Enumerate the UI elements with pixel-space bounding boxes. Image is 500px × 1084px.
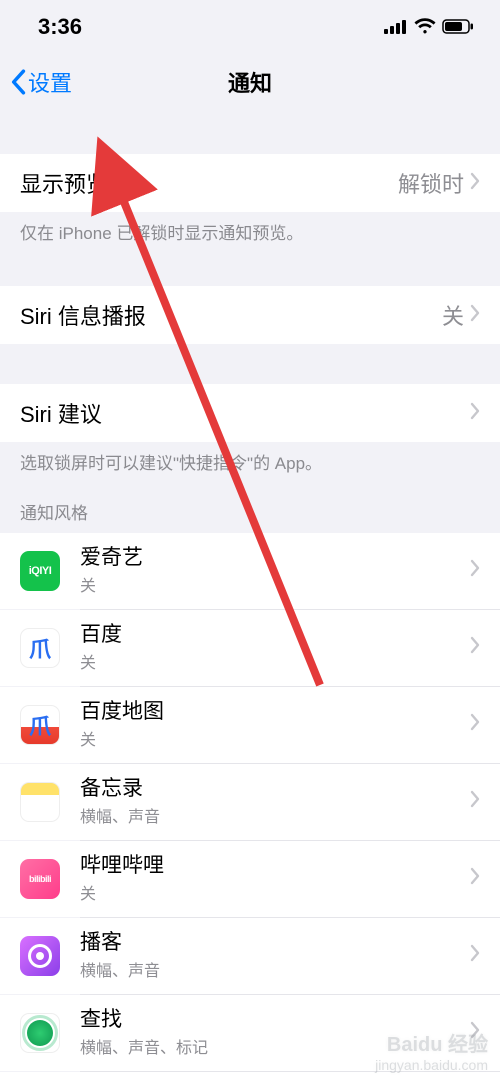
app-row[interactable]: 播客横幅、声音 <box>0 918 500 994</box>
watermark: Baidu 经验 jingyan.baidu.com <box>375 1033 488 1074</box>
app-sub: 关 <box>80 880 470 904</box>
wifi-icon <box>414 14 436 40</box>
row-siri-suggestion[interactable]: Siri 建议 <box>0 384 500 442</box>
chevron-right-icon <box>470 867 480 890</box>
app-row[interactable]: 备忘录横幅、声音 <box>0 764 500 840</box>
app-texts: 备忘录横幅、声音 <box>80 776 470 827</box>
app-name: 百度 <box>80 622 470 647</box>
app-name: 备忘录 <box>80 776 470 801</box>
chevron-right-icon <box>470 944 480 967</box>
app-icon <box>20 782 60 822</box>
row-siri-suggestion-footer: 选取锁屏时可以建议"快捷指令"的 App。 <box>0 442 500 476</box>
row-label: Siri 信息播报 <box>20 299 442 331</box>
chevron-right-icon <box>470 302 480 328</box>
app-icon: iQIYI <box>20 551 60 591</box>
app-icon: ⽖ <box>20 705 60 745</box>
section-header-style: 通知风格 <box>0 490 500 533</box>
app-texts: 哔哩哔哩关 <box>80 853 470 904</box>
status-bar: 3:36 <box>0 0 500 54</box>
app-sub: 关 <box>80 572 470 596</box>
app-row[interactable]: ⽖百度地图关 <box>0 687 500 763</box>
battery-icon <box>442 14 474 40</box>
back-button[interactable]: 设置 <box>10 66 72 98</box>
app-row[interactable]: bilibili 哔哩哔哩关 <box>0 841 500 917</box>
row-show-preview-footer: 仅在 iPhone 已解锁时显示通知预览。 <box>0 212 500 246</box>
cellular-icon <box>384 14 408 40</box>
row-value: 解锁时 <box>398 167 464 199</box>
app-icon <box>20 936 60 976</box>
nav-bar: 设置 通知 <box>0 54 500 110</box>
app-list: iQIYI爱奇艺关⽖百度关⽖百度地图关备忘录横幅、声音bilibili哔哩哔哩关… <box>0 533 500 1084</box>
row-label: Siri 建议 <box>20 397 470 429</box>
app-name: 播客 <box>80 930 470 955</box>
app-sub: 关 <box>80 726 470 750</box>
chevron-right-icon <box>470 790 480 813</box>
app-texts: 百度地图关 <box>80 699 470 750</box>
row-label: 显示预览 <box>20 167 398 199</box>
app-name: 哔哩哔哩 <box>80 853 470 878</box>
chevron-right-icon <box>470 636 480 659</box>
status-indicators <box>384 14 474 40</box>
chevron-left-icon <box>10 69 26 95</box>
app-texts: 播客横幅、声音 <box>80 930 470 981</box>
app-name: 百度地图 <box>80 699 470 724</box>
app-row[interactable]: ⽖百度关 <box>0 610 500 686</box>
row-value: 关 <box>442 299 464 331</box>
app-name: 查找 <box>80 1007 470 1032</box>
app-name: 爱奇艺 <box>80 545 470 570</box>
app-icon <box>20 1013 60 1053</box>
chevron-right-icon <box>470 400 480 426</box>
chevron-right-icon <box>470 170 480 196</box>
app-sub: 横幅、声音 <box>80 957 470 981</box>
row-show-preview[interactable]: 显示预览 解锁时 <box>0 154 500 212</box>
app-texts: 爱奇艺关 <box>80 545 470 596</box>
app-texts: 百度关 <box>80 622 470 673</box>
back-label: 设置 <box>28 66 72 98</box>
chevron-right-icon <box>470 713 480 736</box>
app-sub: 关 <box>80 649 470 673</box>
watermark-brand: Baidu 经验 <box>375 1033 488 1057</box>
app-sub: 横幅、声音 <box>80 803 470 827</box>
app-icon: bilibili <box>20 859 60 899</box>
app-row[interactable]: iQIYI 爱奇艺关 <box>0 533 500 609</box>
status-time: 3:36 <box>38 14 82 40</box>
watermark-site: jingyan.baidu.com <box>375 1057 488 1074</box>
page-title: 通知 <box>228 66 272 98</box>
row-siri-announce[interactable]: Siri 信息播报 关 <box>0 286 500 344</box>
content: 显示预览 解锁时 仅在 iPhone 已解锁时显示通知预览。 Siri 信息播报… <box>0 110 500 1084</box>
app-icon: ⽖ <box>20 628 60 668</box>
chevron-right-icon <box>470 559 480 582</box>
